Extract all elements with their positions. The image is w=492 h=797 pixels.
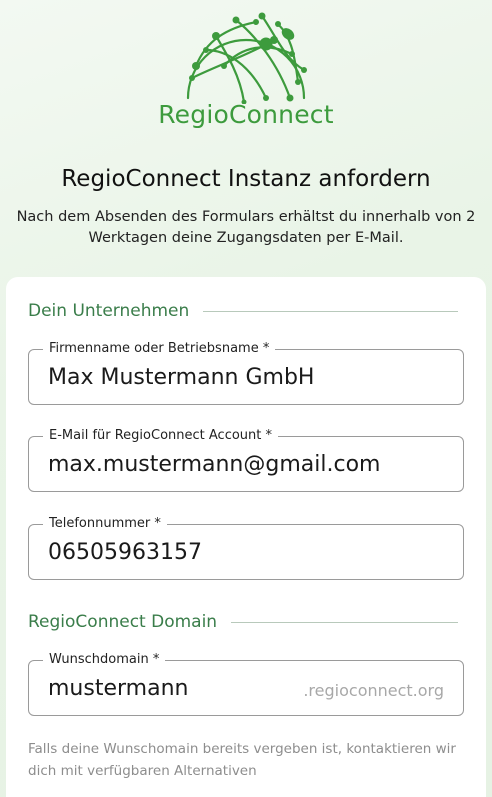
company-name-field[interactable]: Firmenname oder Betriebsname * Max Muste… bbox=[28, 341, 464, 405]
domain-label: Wunschdomain * bbox=[43, 652, 166, 668]
domain-input[interactable]: mustermann bbox=[48, 676, 188, 701]
page-title: RegioConnect Instanz anfordern bbox=[61, 166, 431, 192]
email-input[interactable]: max.mustermann@gmail.com bbox=[48, 452, 380, 477]
company-name-input[interactable]: Max Mustermann GmbH bbox=[48, 365, 314, 390]
domain-hint: Falls deine Wunschomain bereits vergeben… bbox=[28, 741, 456, 779]
network-globe-icon bbox=[186, 12, 307, 104]
section-heading-domain-label: RegioConnect Domain bbox=[28, 612, 218, 632]
email-field[interactable]: E-Mail für RegioConnect Account * max.mu… bbox=[28, 428, 464, 492]
section-heading-company: Dein Unternehmen bbox=[28, 301, 458, 321]
section-divider bbox=[203, 310, 458, 312]
domain-suffix: .regioconnect.org bbox=[303, 681, 444, 700]
phone-field[interactable]: Telefonnummer * 06505963157 bbox=[28, 516, 464, 580]
brand-logo: RegioConnect bbox=[0, 6, 492, 129]
email-label: E-Mail für RegioConnect Account * bbox=[43, 428, 279, 444]
brand-name: RegioConnect bbox=[158, 100, 334, 129]
section-heading-domain: RegioConnect Domain bbox=[28, 612, 458, 632]
page-subtitle: Nach dem Absenden des Formulars erhältst… bbox=[16, 209, 476, 246]
section-heading-company-label: Dein Unternehmen bbox=[28, 301, 190, 321]
phone-input[interactable]: 06505963157 bbox=[48, 540, 202, 565]
request-form-card: Dein Unternehmen Firmenname oder Betrieb… bbox=[6, 277, 486, 797]
domain-field[interactable]: Wunschdomain * mustermann .regioconnect.… bbox=[28, 652, 464, 716]
section-divider bbox=[231, 621, 458, 623]
phone-label: Telefonnummer * bbox=[43, 516, 167, 532]
company-name-label: Firmenname oder Betriebsname * bbox=[43, 341, 276, 357]
